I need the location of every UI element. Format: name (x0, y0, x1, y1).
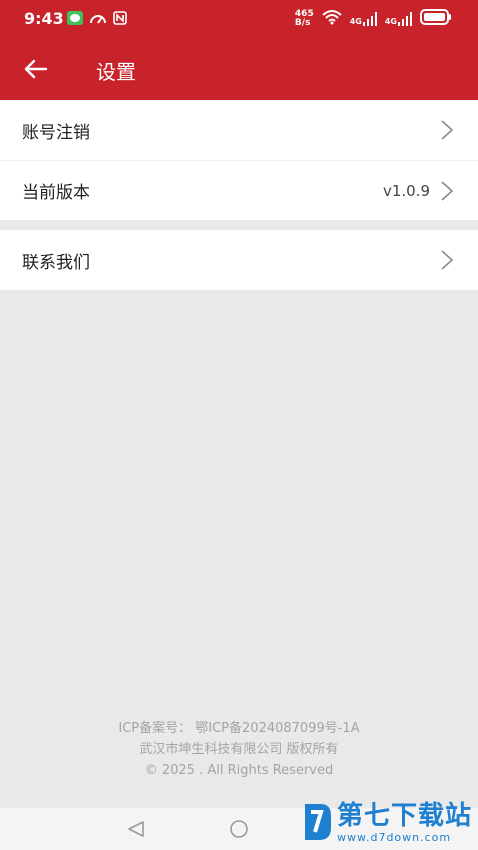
back-button[interactable] (18, 52, 54, 86)
chevron-right-icon (441, 250, 454, 270)
arrow-left-icon (24, 59, 48, 79)
triangle-back-icon (128, 821, 144, 837)
status-notification-icons (67, 10, 127, 29)
menu-item-label: 当前版本 (22, 183, 90, 203)
circle-home-icon (230, 820, 248, 838)
settings-group-contact: 联系我们 (0, 230, 478, 290)
wechat-icon (67, 10, 83, 29)
watermark: 第七下载站 www.d7down.com (299, 800, 472, 844)
cell-signal-icon-1: 4G (350, 11, 377, 26)
company-copyright: 武汉市坤生科技有限公司 版权所有 (139, 742, 339, 757)
status-time: 9:43 (24, 9, 64, 28)
version-value: v1.0.9 (382, 181, 430, 200)
footer-info: ICP备案号： 鄂ICP备2024087099号-1A 武汉市坤生科技有限公司 … (0, 718, 478, 781)
watermark-title: 第七下载站 (336, 800, 472, 831)
nfc-icon (113, 10, 127, 29)
page-title: 设置 (96, 60, 136, 84)
net-speed: 465 B/s (294, 8, 314, 28)
watermark-logo-icon (299, 800, 333, 844)
menu-item-current-version[interactable]: 当前版本 v1.0.9 (0, 160, 478, 220)
status-system-icons: 465 B/s 4G 4G (295, 9, 452, 28)
nav-home-button[interactable] (229, 819, 249, 843)
chevron-right-icon (441, 181, 454, 201)
copyright-notice: © 2025 . All Rights Reserved (144, 763, 334, 778)
settings-group-account: 账号注销 当前版本 v1.0.9 (0, 100, 478, 220)
wifi-icon (322, 9, 342, 28)
cell-signal-icon-2: 4G (385, 11, 412, 26)
menu-item-account-cancel[interactable]: 账号注销 (0, 100, 478, 160)
app-bar: 设置 (0, 38, 478, 100)
menu-item-label: 联系我们 (22, 252, 90, 273)
battery-icon (420, 9, 452, 28)
watermark-url: www.d7down.com (336, 830, 452, 844)
chevron-right-icon (441, 120, 454, 140)
menu-item-label: 账号注销 (22, 122, 90, 143)
icp-record: ICP备案号： 鄂ICP备2024087099号-1A (118, 721, 360, 736)
status-bar: 9:43 465 B/s 4G 4G (0, 0, 478, 38)
nav-back-button[interactable] (126, 820, 146, 842)
menu-item-contact-us[interactable]: 联系我们 (0, 230, 478, 290)
speedometer-icon (89, 10, 107, 29)
